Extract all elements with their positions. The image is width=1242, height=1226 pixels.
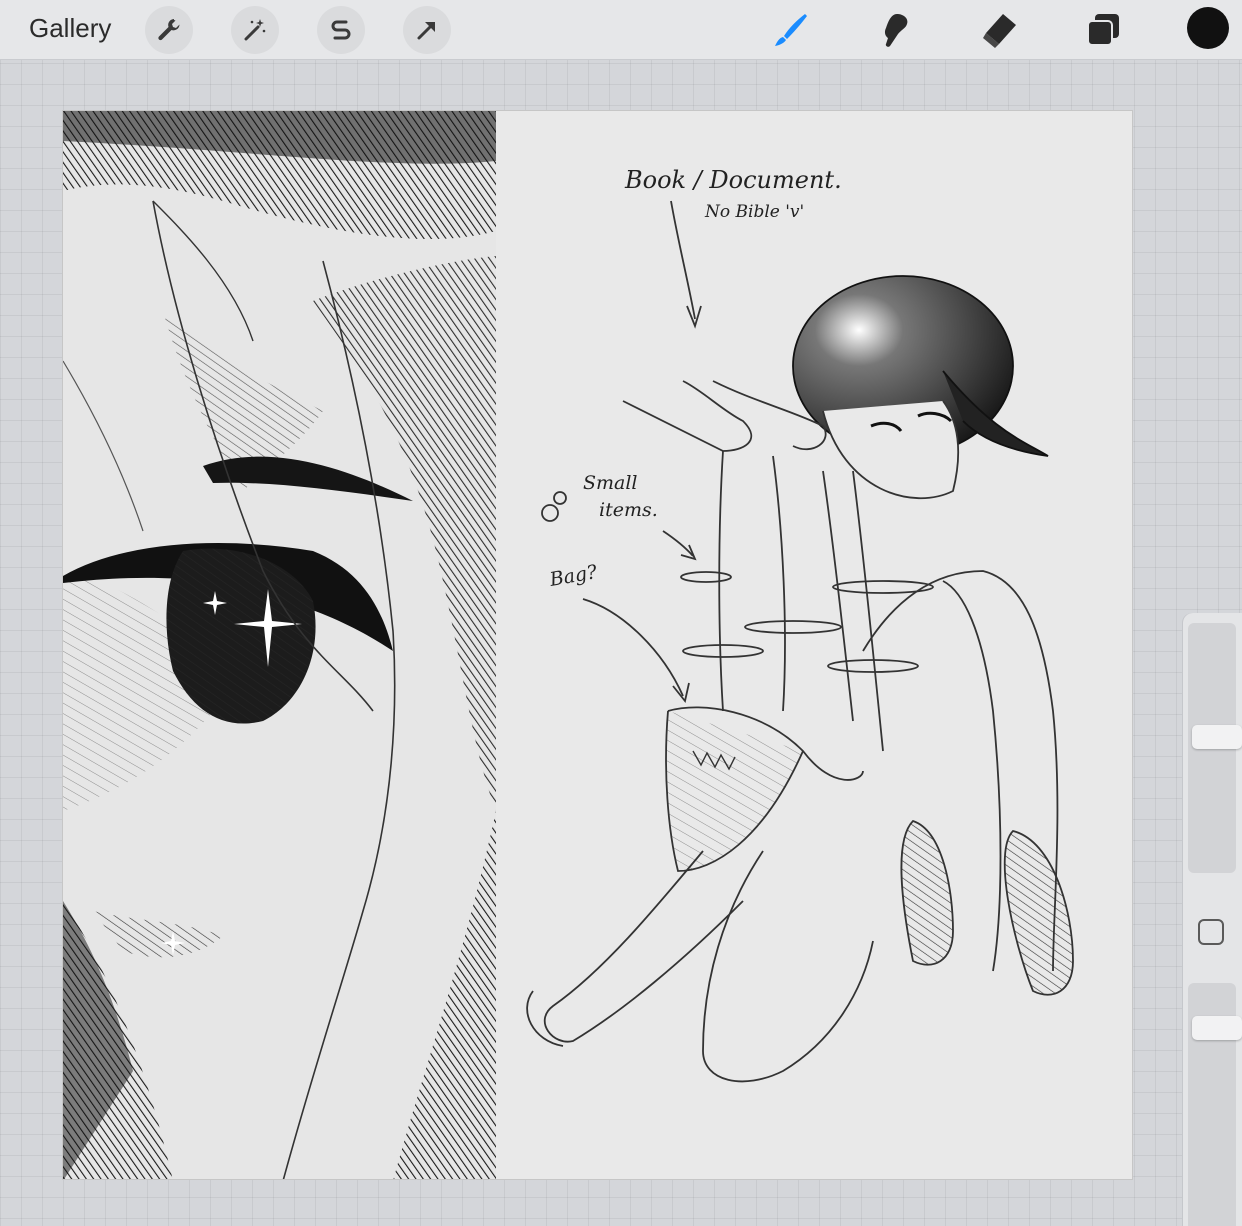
transform-button[interactable] bbox=[403, 6, 451, 54]
smudge-button[interactable] bbox=[871, 6, 919, 54]
top-toolbar: Gallery bbox=[0, 0, 1242, 60]
annotation-bag: Bag? bbox=[547, 561, 600, 591]
magic-wand-icon bbox=[244, 19, 266, 41]
brush-sidebar bbox=[1183, 613, 1242, 1226]
adjustments-button[interactable] bbox=[231, 6, 279, 54]
wrench-icon bbox=[158, 19, 180, 41]
brush-size-slider[interactable] bbox=[1188, 623, 1242, 873]
brush-button[interactable] bbox=[767, 6, 815, 54]
color-picker-button[interactable] bbox=[1187, 7, 1229, 49]
modify-button[interactable] bbox=[1198, 919, 1224, 945]
character-sketch-panel bbox=[526, 200, 1074, 1083]
annotation-small: Small bbox=[583, 472, 638, 494]
eraser-button[interactable] bbox=[975, 6, 1023, 54]
smudge-icon bbox=[884, 14, 908, 47]
opacity-slider[interactable] bbox=[1188, 983, 1242, 1226]
drawing-canvas[interactable]: Book / Document. No Bible 'v' Small item… bbox=[62, 110, 1133, 1180]
face-closeup-panel bbox=[63, 111, 496, 1179]
annotation-items: items. bbox=[599, 499, 658, 521]
gallery-button[interactable]: Gallery bbox=[29, 12, 111, 44]
eraser-icon bbox=[983, 14, 1016, 48]
actions-button[interactable] bbox=[145, 6, 193, 54]
annotation-no-bible: No Bible 'v' bbox=[704, 202, 804, 222]
arrow-cursor-icon bbox=[417, 22, 435, 40]
brush-icon bbox=[775, 14, 807, 46]
annotation-book-document: Book / Document. bbox=[624, 166, 842, 194]
artwork: Book / Document. No Bible 'v' Small item… bbox=[63, 111, 1074, 1179]
selection-button[interactable] bbox=[317, 6, 365, 54]
brush-size-thumb[interactable] bbox=[1192, 725, 1242, 749]
layers-button[interactable] bbox=[1079, 6, 1127, 54]
selection-s-icon bbox=[331, 20, 351, 40]
layers-icon bbox=[1087, 14, 1119, 46]
opacity-thumb[interactable] bbox=[1192, 1016, 1242, 1040]
